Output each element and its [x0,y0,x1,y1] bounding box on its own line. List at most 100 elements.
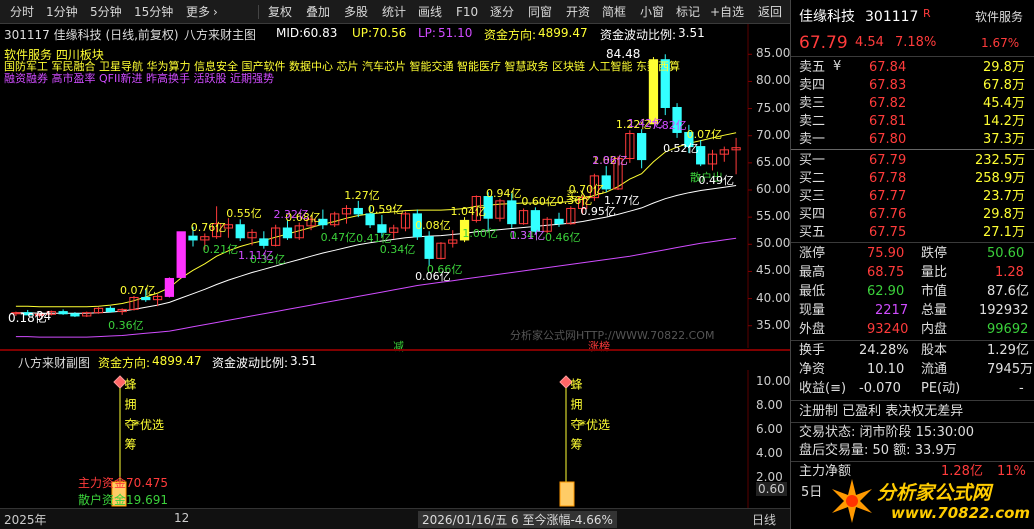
low-price-label: 34 [36,309,52,323]
stat-label: 现量 [799,303,826,318]
sub-chart-area[interactable]: 10.00 8.00 6.00 4.00 2.00 0.60 蜂拥夺筹 *优选 蜂拥夺筹 … [0,370,790,508]
after-hours-row: 盘后交易量: 50 额: 33.9万 [791,442,1034,460]
wave-ratio-value: 3.51 [678,26,705,40]
toolbar-intraday[interactable]: 分时 [10,4,34,20]
price-tick-label: 60.00 [756,182,791,196]
toolbar-draw[interactable]: 画线 [418,4,442,20]
toolbar-fuquan[interactable]: 复权 [268,4,292,20]
stat-label: 最低 [799,284,826,299]
stat-value: 192932 [979,303,1029,318]
stat-value: 93240 [867,322,909,337]
price-tick-label: 65.00 [756,154,791,169]
toolbar-tick[interactable]: 逐分 [490,4,514,20]
main-chart-area[interactable]: 301117 佳缘科技 (日线,前复权) 八方来财主图 MID: 60.83 U… [0,24,791,353]
stat-value: -0.070 [859,381,901,396]
fund-flow-label: 0.07亿 [686,128,723,142]
reg-info: 注册制 已盈利 表决权无差异 [799,404,964,419]
fund-flow-label: 2.86亿 [592,154,628,168]
stat-row: 净资 10.10 流通 7945万 [791,361,1034,379]
ask-volume: 14.2万 [983,114,1025,129]
bid-volume: 27.1万 [983,225,1025,240]
ask-row: 卖四 67.83 67.8万 [791,77,1034,95]
stat-label: 总量 [921,303,948,318]
stock-name: 佳缘科技 [799,9,855,25]
stock-code: 301117 [865,9,919,25]
bid-price: 67.79 [869,153,907,168]
site-logo: 分析家公式网 www.70822.com [827,474,1031,526]
toolbar-overlay[interactable]: 叠加 [306,4,330,20]
current-price: 67.79 [799,33,848,53]
candle-body [58,311,68,315]
chart-divider[interactable] [0,349,790,351]
toolbar-add-watch[interactable]: +自选 [710,4,744,20]
candle-body [105,307,115,313]
toolbar-5min[interactable]: 5分钟 [90,4,122,20]
sub-fund-value: 4899.47 [152,354,202,368]
fund-flow-label: 0.06亿 [415,270,451,283]
fund-flow-label: 2.32亿 [273,208,309,222]
toolbar-open[interactable]: 开资 [566,4,590,20]
toolbar-simple[interactable]: 简框 [602,4,626,20]
candle-body [235,224,245,239]
candle-body [353,207,363,215]
rz-flag: R [923,7,931,20]
ask-price: 67.80 [869,132,907,147]
high-price-label: 84.48 [606,47,641,61]
toolbar-15min[interactable]: 15分钟 [134,4,173,20]
stat-value: 1.29亿 [987,343,1029,358]
divider [791,422,1034,423]
toolbar-mark[interactable]: 标记 [676,4,700,20]
fund-flow-label: 0.55亿 [226,207,262,221]
main-fund-label: 主力资金70.475 [78,476,168,490]
price-tick-label: 75.00 [756,100,791,115]
fund-flow-label: 0.70亿 [568,183,605,197]
toolbar-multi[interactable]: 多股 [344,4,368,20]
sub-tick-label: 0.60 [756,482,787,496]
ask-row: 卖五 67.84 29.8万 [791,59,1034,77]
stat-row: 现量 2217 总量 192932 [791,302,1034,320]
price-change-pct: 7.18% [895,35,937,50]
sector-name[interactable]: 软件服务 [975,8,1023,26]
fund-flow-label: 1.31亿 [509,228,546,242]
divider [791,340,1034,341]
toolbar-window[interactable]: 同窗 [528,4,552,20]
stat-label: PE(动) [921,381,961,396]
stat-row: 换手 24.28% 股本 1.29亿 [791,342,1034,360]
concept-line-3: 融资融券 高市盈率 QFII新进 昨高换手 活跃股 近期强势 [4,72,274,85]
ask-label: 卖五 [799,60,826,75]
divider [791,400,1034,401]
toolbar-small-window[interactable]: 小窗 [640,4,664,20]
toolbar-1min[interactable]: 1分钟 [46,4,78,20]
sub-chart-header: 八方来财副图 资金方向: 4899.47 资金波动比例: 3.51 [0,352,790,370]
stat-label: 量比 [921,265,948,280]
five-day-label[interactable]: 5日 [801,484,822,502]
stat-value: 10.10 [867,362,905,377]
quote-panel: 佳缘科技 301117 R 软件服务 67.79 4.54 7.18% 1.67… [791,0,1034,529]
candle-body [259,238,269,246]
toolbar-more[interactable]: 更多 [186,4,210,20]
period-label[interactable]: 日线 [752,511,776,528]
sub-indicator-name[interactable]: 八方来财副图 [18,354,90,371]
fund-flow-label: 1.00亿 [462,226,498,240]
signal-extra-2: *优选 [580,418,611,432]
reg-row: 注册制 已盈利 表决权无差异 [791,403,1034,421]
toolbar-more-arrow[interactable]: › [213,4,218,20]
bid-row: 买五 67.75 27.1万 [791,224,1034,242]
indicator-name[interactable]: 八方来财主图 [184,26,256,43]
toolbar-f10[interactable]: F10 [456,4,478,20]
fund-flow-label: 0.59亿 [367,202,404,216]
year-label: 2025年 [4,513,47,527]
signal-block [559,481,575,507]
stat-row: 涨停 75.90 跌停 50.60 [791,245,1034,263]
fund-flow-label: 0.36亿 [108,318,144,332]
toolbar-stats[interactable]: 统计 [382,4,406,20]
back-button[interactable]: 返回 [752,2,788,22]
bid-volume: 29.8万 [983,207,1025,222]
stat-row: 收益(≡) -0.070 PE(动) - [791,380,1034,398]
price-tick-label: 40.00 [756,290,791,305]
fund-flow-label: 0.46亿 [545,230,581,244]
fund-flow-label: 0.60亿 [521,195,557,209]
bid-volume: 232.5万 [975,153,1026,168]
candle-body [282,227,293,239]
ask-label: 卖一 [799,132,826,147]
